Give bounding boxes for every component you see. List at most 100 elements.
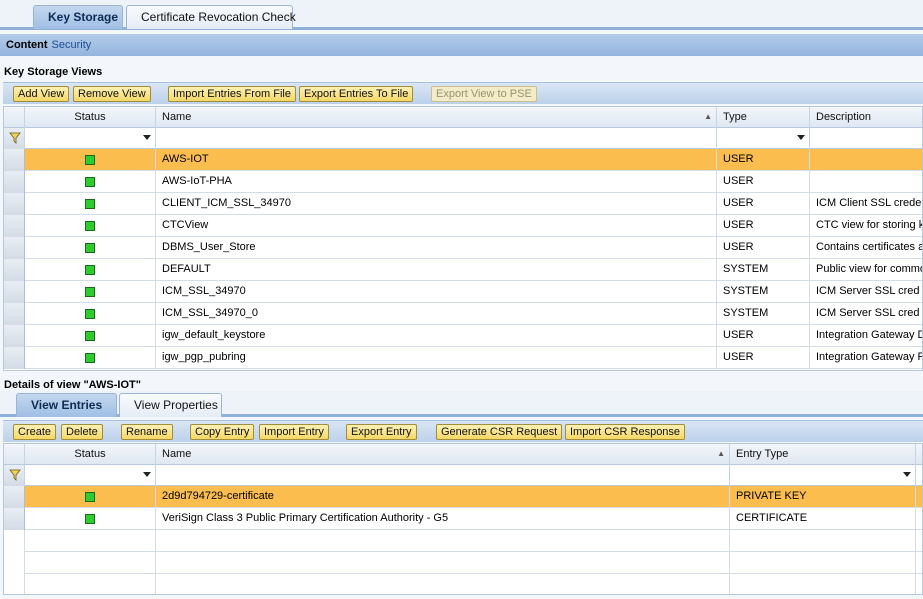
tab-certificate-revocation-check[interactable]: Certificate Revocation Check: [126, 5, 296, 29]
row-selector[interactable]: [4, 347, 25, 369]
header-status[interactable]: Status: [25, 107, 156, 128]
table-header: Status Name ▲ Type Description: [4, 107, 922, 128]
status-cell: [25, 193, 156, 215]
filter-icon: [9, 132, 21, 144]
type-cell: USER: [717, 237, 810, 259]
import-entry-button[interactable]: Import Entry: [259, 424, 329, 440]
description-cell: [810, 171, 922, 193]
row-selector[interactable]: [4, 171, 25, 193]
type-cell: USER: [717, 325, 810, 347]
header-type[interactable]: Type: [717, 107, 810, 128]
row-selector[interactable]: [4, 237, 25, 259]
name-cell: DEFAULT: [156, 259, 717, 281]
table-row[interactable]: [4, 530, 922, 552]
copy-entry-button[interactable]: Copy Entry: [190, 424, 255, 440]
status-ok-icon: [85, 177, 95, 187]
row-selector[interactable]: [4, 259, 25, 281]
extra-cell: F: [916, 508, 922, 530]
sort-icon[interactable]: ▲: [717, 444, 725, 464]
description-cell: Public view for commo: [816, 263, 923, 275]
table-row[interactable]: VeriSign Class 3 Public Primary Certific…: [4, 508, 922, 530]
import-csr-button[interactable]: Import CSR Response: [565, 424, 686, 440]
status-cell: [25, 303, 156, 325]
generate-csr-button[interactable]: Generate CSR Request: [436, 424, 563, 440]
export-entry-button[interactable]: Export Entry: [346, 424, 417, 440]
type-filter-dropdown[interactable]: [717, 128, 810, 149]
table-row[interactable]: ICM_SSL_34970_0 SYSTEM ICM Server SSL cre…: [4, 303, 922, 325]
table-row[interactable]: DEFAULT SYSTEM Public view for commo: [4, 259, 923, 281]
table-row[interactable]: igw_pgp_pubring USER Integration Gateway P: [4, 347, 923, 369]
status-ok-icon: [85, 309, 95, 319]
name-cell: igw_pgp_pubring: [156, 347, 717, 369]
chevron-down-icon: [143, 135, 151, 140]
header-name[interactable]: Name ▲: [156, 444, 730, 465]
table-row[interactable]: CTCView USER CTC view for storing k: [4, 215, 923, 237]
name-cell: AWS-IoT-PHA: [156, 171, 717, 193]
table-row[interactable]: igw_default_keystore USER Integration Gate…: [4, 325, 922, 347]
import-entries-button[interactable]: Import Entries From File: [168, 86, 296, 102]
row-selector[interactable]: [4, 303, 25, 325]
type-cell: USER: [717, 193, 810, 215]
entry-type-cell: [730, 552, 916, 574]
header-status[interactable]: Status: [25, 444, 156, 465]
name-cell: AWS-IOT: [156, 149, 717, 171]
header-entry-type[interactable]: Entry Type: [730, 444, 916, 465]
name-filter-input[interactable]: [156, 465, 730, 486]
table-row[interactable]: AWS-IoT-PHA USER: [4, 171, 922, 193]
header-name[interactable]: Name ▲: [156, 107, 717, 128]
breadcrumb-security[interactable]: Security: [52, 39, 92, 51]
name-cell: [156, 574, 730, 594]
row-selector[interactable]: [4, 281, 25, 303]
key-storage-toolbar: Add View Remove View Import Entries From…: [3, 82, 923, 104]
description-cell: Integration Gateway P: [816, 351, 923, 363]
table-row[interactable]: [4, 552, 922, 574]
type-cell: USER: [717, 171, 810, 193]
row-selector[interactable]: [4, 508, 25, 530]
tab-key-storage[interactable]: Key Storage: [33, 5, 123, 29]
table-row[interactable]: DBMS_User_Store USER Contains certificates…: [4, 237, 922, 259]
status-cell: [25, 259, 156, 281]
status-ok-icon: [85, 492, 95, 502]
sort-icon[interactable]: ▲: [704, 107, 712, 127]
filter-toggle[interactable]: [4, 128, 25, 149]
type-cell: USER: [717, 149, 810, 171]
filter-toggle[interactable]: [4, 465, 25, 486]
status-cell: [25, 215, 156, 237]
delete-button[interactable]: Delete: [61, 424, 103, 440]
table-row[interactable]: ICM_SSL_34970 SYSTEM ICM Server SSL cred: [4, 281, 922, 303]
breadcrumb-content: Content: [6, 39, 48, 51]
status-cell: [25, 552, 156, 574]
status-cell: [25, 281, 156, 303]
status-ok-icon: [85, 155, 95, 165]
export-entries-button[interactable]: Export Entries To File: [299, 86, 414, 102]
row-selector[interactable]: [4, 486, 25, 508]
table-row[interactable]: CLIENT_ICM_SSL_34970 USER ICM Client SSL …: [4, 193, 922, 215]
tab-view-properties[interactable]: View Properties: [119, 393, 222, 417]
tab-view-entries[interactable]: View Entries: [16, 393, 117, 417]
table-row[interactable]: 2d9d794729-certificatePRIVATE KEYF: [4, 486, 922, 508]
rename-button[interactable]: Rename: [121, 424, 173, 440]
remove-view-button[interactable]: Remove View: [73, 86, 151, 102]
name-cell: CLIENT_ICM_SSL_34970: [156, 193, 717, 215]
description-cell: CTC view for storing k: [816, 219, 923, 231]
entry-type-cell: [730, 530, 916, 552]
row-selector[interactable]: [4, 193, 25, 215]
row-selector[interactable]: [4, 325, 25, 347]
table-row[interactable]: [4, 574, 922, 594]
status-filter-dropdown[interactable]: [25, 465, 156, 486]
header-selector: [4, 444, 25, 465]
description-filter-input[interactable]: [810, 128, 922, 149]
type-cell: SYSTEM: [717, 259, 810, 281]
row-selector[interactable]: [4, 215, 25, 237]
add-view-button[interactable]: Add View: [13, 86, 70, 102]
table-row[interactable]: AWS-IOT USER: [4, 149, 922, 171]
entry-type-filter-dropdown[interactable]: [730, 465, 916, 486]
status-cell: [25, 325, 156, 347]
header-extra[interactable]: A: [916, 444, 922, 465]
row-selector[interactable]: [4, 149, 25, 171]
name-cell: [156, 530, 730, 552]
name-filter-input[interactable]: [156, 128, 717, 149]
header-description[interactable]: Description: [810, 107, 922, 128]
create-button[interactable]: Create: [13, 424, 57, 440]
status-filter-dropdown[interactable]: [25, 128, 156, 149]
